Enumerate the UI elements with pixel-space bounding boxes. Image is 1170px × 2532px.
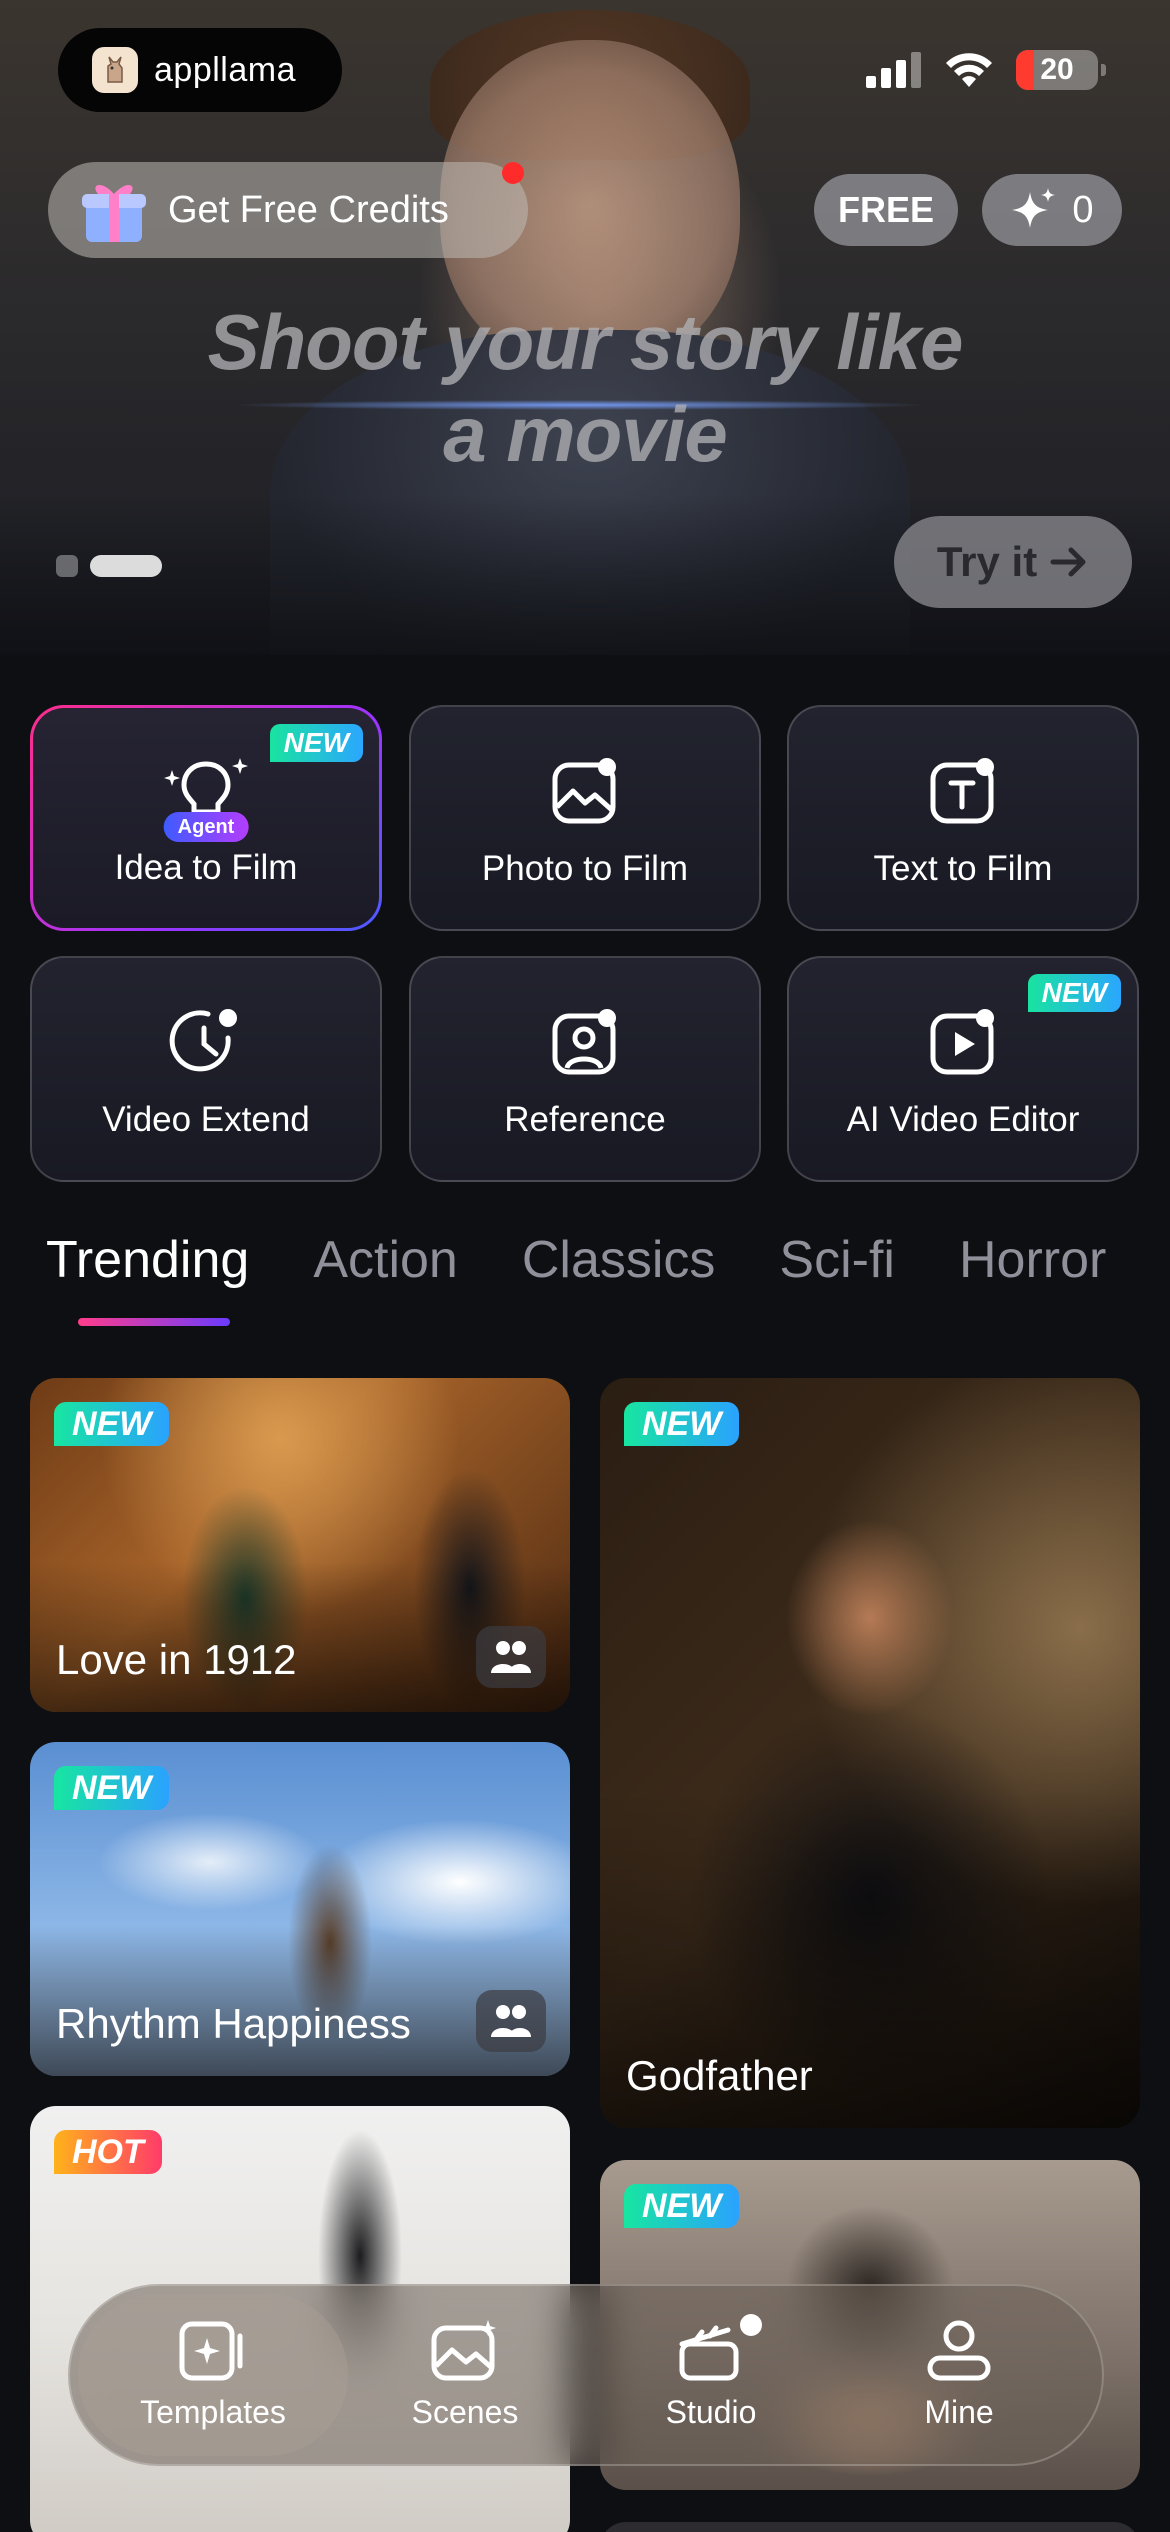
photo-icon [552, 758, 616, 824]
nav-scenes[interactable]: Scenes [340, 2286, 590, 2464]
active-tab-indicator [78, 1318, 230, 1326]
person-icon [552, 1009, 616, 1075]
free-label: FREE [837, 189, 934, 230]
nav-label: Scenes [411, 2393, 519, 2430]
tool-photo-to-film[interactable]: Photo to Film [409, 705, 761, 931]
multi-person-icon [476, 1626, 546, 1688]
tool-video-extend[interactable]: Video Extend [30, 956, 382, 1182]
studio-notification-dot [740, 2314, 762, 2336]
nav-label: Mine [924, 2393, 994, 2430]
play-edit-icon [930, 1009, 994, 1075]
hero-headline: Shoot your story like a movie [0, 296, 1170, 480]
cellular-signal-icon [866, 52, 921, 88]
get-free-credits-button[interactable]: Get Free Credits [48, 162, 528, 258]
template-card-love-in-1912[interactable]: NEW Love in 1912 [30, 1378, 570, 1712]
hero-headline-line1: Shoot your story like [207, 298, 964, 386]
hero-headline-line2: a movie [443, 390, 727, 478]
carousel-indicator [56, 555, 162, 577]
spark-balance-button[interactable]: 0 [982, 174, 1122, 246]
tool-label: Photo to Film [481, 849, 689, 888]
wifi-icon [946, 53, 992, 87]
clock-icon [169, 1009, 237, 1072]
multi-person-icon [476, 1990, 546, 2052]
tool-ai-video-editor[interactable]: NEW AI Video Editor [787, 956, 1139, 1182]
text-icon [930, 758, 994, 824]
nav-studio[interactable]: Studio [586, 2286, 836, 2464]
tab-trending[interactable]: Trending [46, 1230, 249, 1290]
nav-templates[interactable]: Templates [78, 2294, 348, 2456]
battery-level: 20 [1040, 53, 1074, 86]
agent-chip: Agent [163, 812, 249, 842]
status-bar: 20 [866, 50, 1106, 90]
tab-sci-fi[interactable]: Sci-fi [779, 1230, 895, 1290]
category-tabs: Trending Action Classics Sci-fi Horror [46, 1230, 1106, 1290]
notification-dot [502, 162, 524, 184]
tab-action[interactable]: Action [313, 1230, 458, 1290]
new-badge: NEW [54, 1766, 170, 1810]
templates-icon [179, 2321, 243, 2380]
carousel-dot-active[interactable] [90, 555, 162, 577]
tool-reference[interactable]: Reference [409, 956, 761, 1182]
new-badge: NEW [1027, 974, 1121, 1012]
sparkle-icon [1012, 188, 1056, 228]
hot-badge: HOT [54, 2130, 162, 2174]
app-logo: appllama [58, 28, 342, 112]
logo-text: appllama [154, 50, 296, 89]
tab-classics[interactable]: Classics [522, 1230, 716, 1290]
credits-label: Get Free Credits [168, 188, 449, 231]
carousel-dot[interactable] [56, 555, 78, 577]
new-badge: NEW [269, 724, 363, 762]
tool-label: Reference [504, 1100, 666, 1139]
new-badge: NEW [624, 1402, 740, 1446]
gift-icon [82, 184, 146, 242]
try-it-button[interactable]: Try it [894, 516, 1132, 608]
template-card-godfather[interactable]: NEW Godfather [600, 1378, 1140, 2128]
battery-indicator: 20 [1016, 50, 1106, 90]
tool-label: Video Extend [102, 1100, 310, 1139]
card-title: Rhythm Happiness [56, 2000, 411, 2047]
nav-label: Templates [140, 2393, 286, 2430]
nav-label: Studio [665, 2393, 757, 2430]
tool-label: Idea to Film [114, 848, 298, 887]
spark-count: 0 [1072, 188, 1094, 231]
tool-text-to-film[interactable]: Text to Film [787, 705, 1139, 931]
free-plan-badge[interactable]: FREE [814, 174, 958, 246]
clapperboard-icon [679, 2325, 739, 2380]
card-title: Godfather [626, 2052, 813, 2099]
nav-mine[interactable]: Mine [834, 2286, 1084, 2464]
tool-label: Text to Film [873, 849, 1053, 888]
try-it-label: Try it [936, 538, 1038, 585]
card-title: Love in 1912 [56, 1636, 297, 1683]
scenes-icon [431, 2319, 496, 2380]
tool-idea-to-film[interactable]: NEW Agent Idea to Film [30, 705, 382, 931]
user-icon [927, 2320, 991, 2380]
new-badge: NEW [54, 1402, 170, 1446]
tool-label: AI Video Editor [846, 1100, 1080, 1139]
template-card-rhythm-happiness[interactable]: NEW Rhythm Happiness [30, 1742, 570, 2076]
arrow-right-icon [1050, 547, 1086, 577]
bottom-navigation: Templates Scenes Studio Mine [68, 2284, 1104, 2466]
llama-icon [92, 47, 138, 93]
template-card-next[interactable] [600, 2522, 1140, 2532]
new-badge: NEW [624, 2184, 740, 2228]
tab-horror[interactable]: Horror [959, 1230, 1106, 1290]
